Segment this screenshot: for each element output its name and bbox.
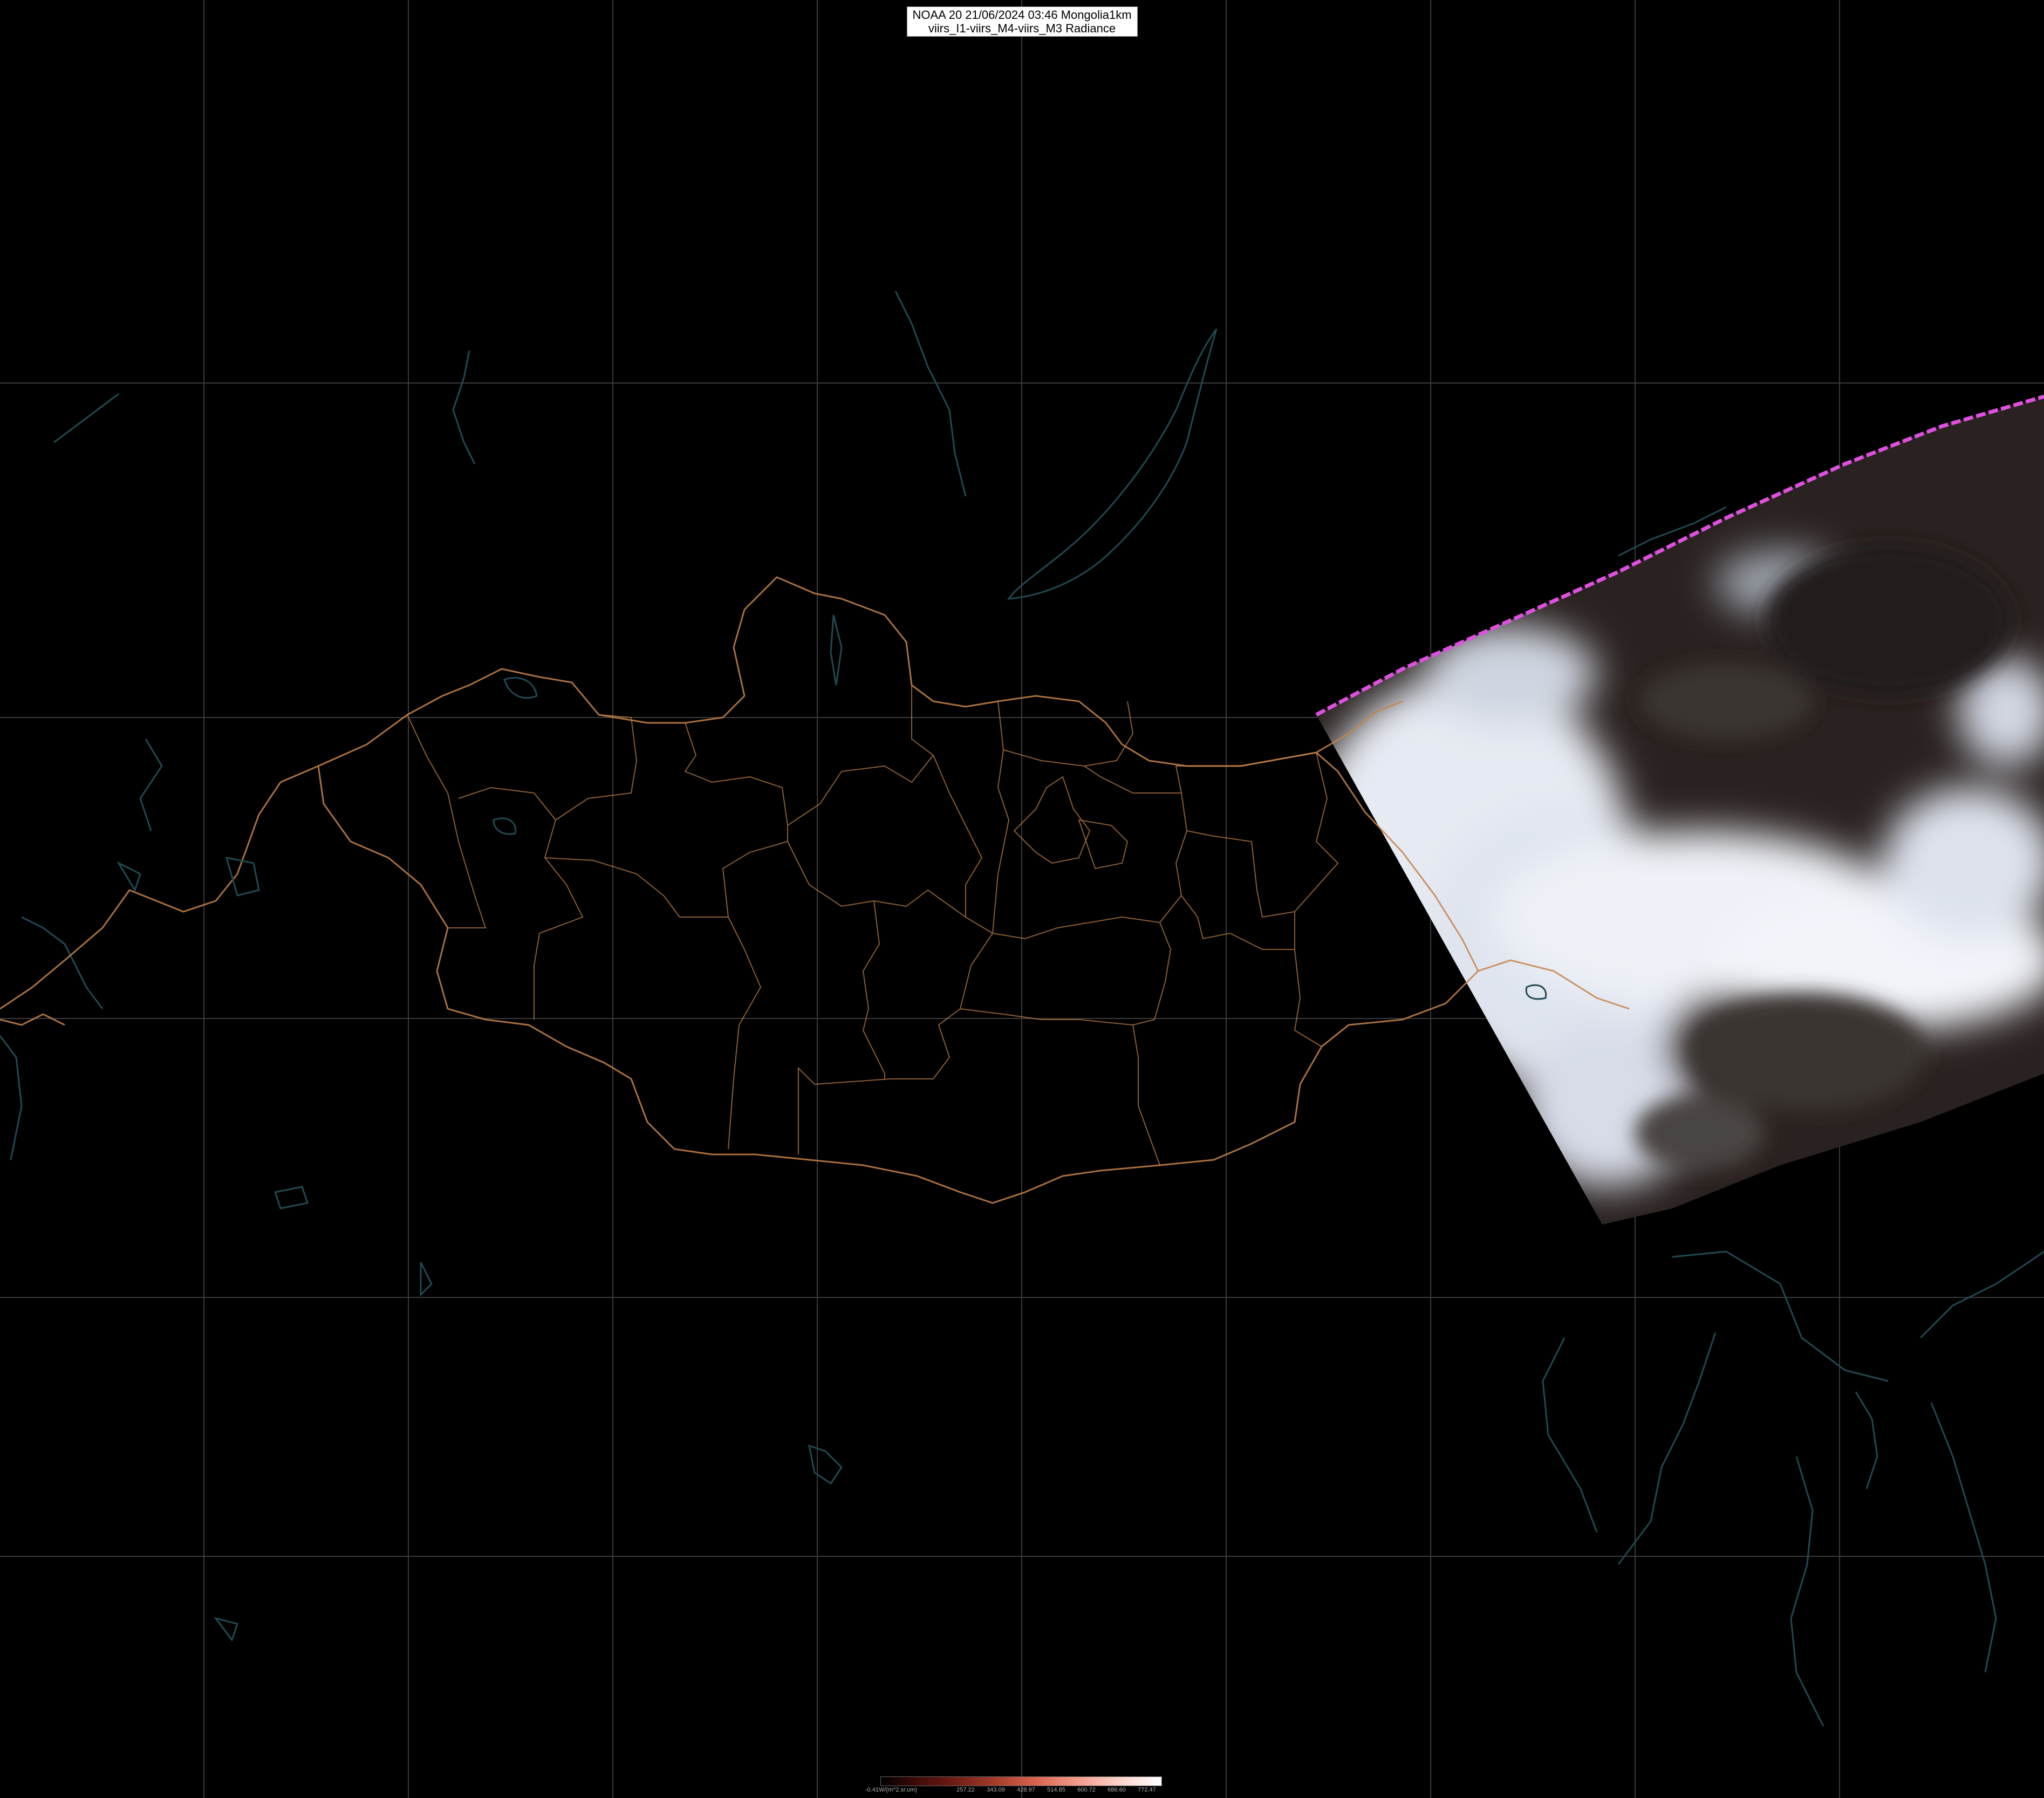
- province-line: [862, 900, 885, 1079]
- river-northwest: [53, 393, 119, 443]
- border-kazakh: [0, 1013, 65, 1026]
- province-line: [787, 841, 993, 934]
- legend-tick: 257.22: [956, 1787, 975, 1793]
- province-line: [1294, 949, 1322, 1047]
- province-line: [1181, 895, 1295, 950]
- province-line: [544, 857, 728, 918]
- river-west: [139, 739, 163, 831]
- river-north-2: [452, 350, 476, 464]
- legend-color-bar: [880, 1776, 1162, 1786]
- small-lakes: [117, 857, 843, 1642]
- coast-east-3: [1542, 1337, 1598, 1533]
- map-canvas: [0, 0, 2044, 1798]
- lake-khovsgol: [830, 614, 843, 686]
- legend-ticks: -0.41W/(m^2.sr.um) 257.22 343.09 428.97 …: [865, 1787, 1161, 1794]
- province-line: [407, 714, 487, 928]
- color-legend: -0.41W/(m^2.sr.um) 257.22 343.09 428.97 …: [865, 1776, 1162, 1795]
- legend-tick: 343.09: [987, 1787, 1005, 1793]
- lake-uvs: [503, 676, 538, 699]
- province-borders: [407, 685, 1339, 1166]
- title-line-2: viirs_I1-viirs_M4-viirs_M3 Radiance: [928, 22, 1116, 35]
- satellite-swath: [1315, 394, 2044, 1225]
- coast-bohai: [1855, 1391, 1878, 1489]
- province-line: [798, 933, 993, 1154]
- mongolia-border: [317, 576, 1479, 1204]
- province-line: [728, 917, 762, 1150]
- country-borders: [0, 576, 1630, 1204]
- lake-baikal: [1007, 329, 1218, 600]
- map-title: NOAA 20 21/06/2024 03:46 Mongolia1km vii…: [906, 6, 1138, 37]
- coast-southeast: [1790, 1456, 1824, 1727]
- coast-east-2: [1617, 1332, 1717, 1565]
- lake-khar-us: [493, 817, 517, 835]
- river-north-1: [894, 291, 967, 497]
- coast-west-2: [0, 1035, 23, 1160]
- province-line: [933, 755, 983, 917]
- legend-tick: 772.47: [1138, 1787, 1156, 1793]
- coast-korea: [1919, 1250, 2044, 1339]
- province-line: [992, 701, 1010, 934]
- province-line: [555, 714, 638, 821]
- coast-east-1: [1672, 1250, 1889, 1382]
- border-west-russia-china: [0, 765, 319, 1010]
- province-line: [1186, 752, 1339, 918]
- title-line-1: NOAA 20 21/06/2024 03:46 Mongolia1km: [912, 8, 1132, 22]
- legend-tick: 686.60: [1108, 1787, 1126, 1793]
- coast-korea-south: [1930, 1402, 1997, 1673]
- province-line: [684, 722, 788, 826]
- legend-tick: 600.72: [1077, 1787, 1096, 1793]
- province-line: [1175, 752, 1317, 794]
- legend-unit-label: -0.41W/(m^2.sr.um): [865, 1787, 918, 1793]
- province-line: [1132, 1024, 1160, 1166]
- legend-tick: 514.85: [1047, 1787, 1065, 1793]
- legend-tick: 428.97: [1017, 1787, 1035, 1793]
- province-line: [1084, 765, 1188, 923]
- province-line: [722, 685, 934, 918]
- province-line: [1078, 819, 1129, 870]
